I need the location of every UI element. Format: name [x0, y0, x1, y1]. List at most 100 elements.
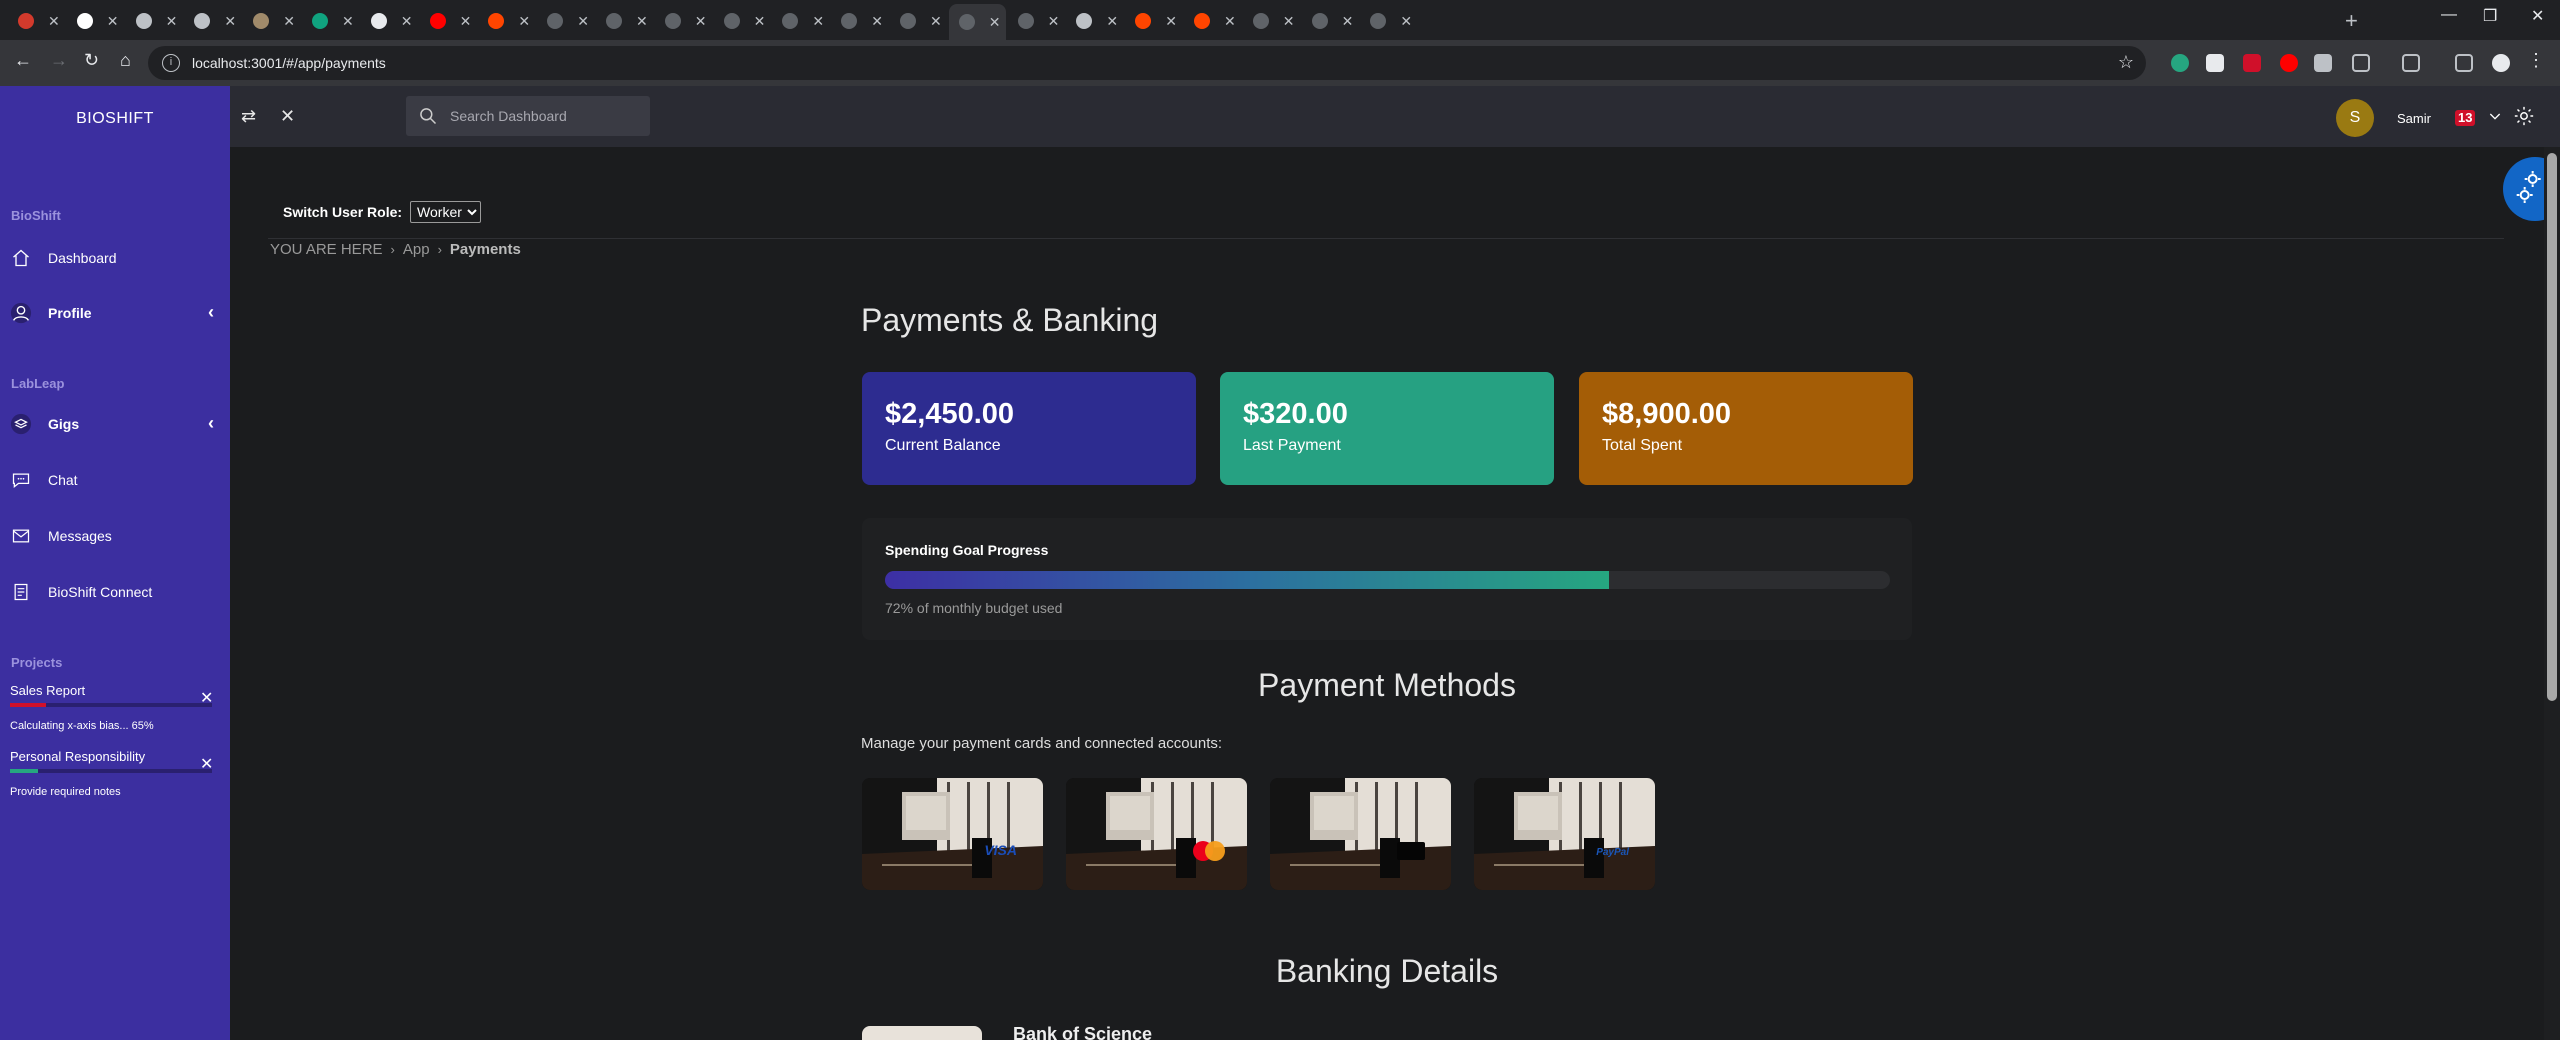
project-name[interactable]: Sales Report [10, 683, 85, 698]
browser-tab[interactable]: Sing✕ [655, 6, 712, 36]
close-tab-icon[interactable]: ✕ [342, 13, 354, 30]
page-scrollbar[interactable] [2544, 147, 2560, 1040]
close-tab-icon[interactable]: ✕ [518, 13, 530, 30]
browser-tab[interactable]: Sing✕ [890, 6, 947, 36]
payment-card-visa[interactable]: VISA [862, 778, 1043, 890]
close-tab-icon[interactable]: ✕ [48, 13, 60, 30]
media-icon[interactable] [2455, 54, 2473, 72]
browser-tab[interactable]: Sing✕ [537, 6, 594, 36]
close-tab-icon[interactable]: ✕ [695, 13, 707, 30]
close-tab-icon[interactable]: ✕ [1224, 13, 1236, 30]
avatar[interactable]: S [2336, 99, 2374, 137]
brand-logo[interactable]: BIOSHIFT [0, 110, 230, 128]
close-tab-icon[interactable]: ✕ [107, 13, 119, 30]
browser-tab[interactable]: Bost✕ [1125, 6, 1182, 36]
browser-tab[interactable]: facel✕ [126, 6, 183, 36]
gear-icon[interactable] [2513, 105, 2535, 132]
extension-icon[interactable] [2280, 54, 2298, 72]
extension-icon[interactable] [2171, 54, 2189, 72]
extension-icon[interactable] [2206, 54, 2224, 72]
browser-tab[interactable]: Sing✕ [948, 4, 1006, 40]
cast-icon[interactable] [2402, 54, 2420, 72]
back-icon[interactable]: ← [14, 50, 32, 71]
browser-tab[interactable]: Obliv✕ [243, 6, 300, 36]
site-info-icon[interactable]: i [162, 54, 180, 72]
browser-menu-icon[interactable]: ⋮ [2527, 50, 2545, 71]
browser-tab[interactable]: Sing✕ [831, 6, 888, 36]
browser-tab[interactable]: Sing✕ [1302, 6, 1359, 36]
new-tab-button[interactable]: + [2345, 8, 2358, 34]
scrollbar-thumb[interactable] [2547, 153, 2557, 701]
reload-icon[interactable]: ↻ [84, 50, 99, 71]
minimize-button[interactable]: — [2441, 6, 2457, 24]
close-tab-icon[interactable]: ✕ [460, 13, 472, 30]
profile-avatar-icon[interactable] [2492, 54, 2510, 72]
close-tab-icon[interactable]: ✕ [636, 13, 648, 30]
close-tab-icon[interactable]: ✕ [812, 13, 824, 30]
extension-icon[interactable] [2243, 54, 2261, 72]
close-tab-icon[interactable]: ✕ [989, 14, 1001, 31]
address-bar[interactable]: i localhost:3001/#/app/payments ☆ [148, 46, 2146, 80]
close-window-button[interactable]: ✕ [2531, 6, 2544, 26]
role-select[interactable]: Worker [410, 201, 482, 223]
swap-icon[interactable]: ⇄ [241, 106, 256, 127]
close-tab-icon[interactable]: ✕ [1283, 13, 1295, 30]
browser-tab[interactable]: Sing✕ [596, 6, 653, 36]
browser-tab[interactable]: r/Sqi✕ [478, 6, 535, 36]
browser-tab[interactable]: 3840✕ [8, 6, 65, 36]
home-icon[interactable]: ⌂ [120, 50, 131, 71]
forward-icon[interactable]: → [50, 50, 68, 71]
sidebar-item-dashboard[interactable]: Dashboard [10, 238, 220, 278]
card-brand-logo: VISA [984, 842, 1017, 860]
payment-card-paypal[interactable]: PayPal [1474, 778, 1655, 890]
project-progress-fill [10, 769, 39, 773]
close-icon[interactable]: ✕ [280, 106, 295, 127]
chevron-down-icon[interactable] [2487, 108, 2503, 129]
extension-icon[interactable] [2314, 54, 2332, 72]
sidebar-item-profile[interactable]: Profile ‹ [10, 293, 220, 333]
close-tab-icon[interactable]: ✕ [930, 13, 942, 30]
card-image [1270, 778, 1451, 890]
payment-card-amex[interactable] [1270, 778, 1451, 890]
breadcrumb-item[interactable]: App [403, 241, 430, 258]
close-tab-icon[interactable]: ✕ [401, 13, 413, 30]
browser-tab[interactable]: Sing✕ [772, 6, 829, 36]
sidebar-item-chat[interactable]: Chat [10, 460, 220, 500]
browser-tab[interactable]: Sing✕ [1243, 6, 1300, 36]
browser-tab[interactable]: Mas✕ [1184, 6, 1241, 36]
project-name[interactable]: Personal Responsibility [10, 749, 145, 764]
browser-tab[interactable]: Sing✕ [1360, 6, 1417, 36]
close-tab-icon[interactable]: ✕ [1106, 13, 1118, 30]
close-tab-icon[interactable]: ✕ [871, 13, 883, 30]
user-name[interactable]: Samir [2397, 111, 2431, 126]
restore-button[interactable]: ❐ [2483, 6, 2497, 26]
close-tab-icon[interactable]: ✕ [1342, 13, 1354, 30]
browser-tab[interactable]: Landi✕ [361, 6, 418, 36]
close-tab-icon[interactable]: ✕ [283, 13, 295, 30]
payment-card-mastercard[interactable] [1066, 778, 1247, 890]
notification-badge[interactable]: 13 [2455, 110, 2476, 126]
close-tab-icon[interactable]: ✕ [1048, 13, 1060, 30]
search-box[interactable] [406, 96, 650, 136]
close-tab-icon[interactable]: ✕ [1165, 13, 1177, 30]
bookmark-star-icon[interactable]: ☆ [2118, 52, 2134, 73]
sidebar-item-gigs[interactable]: Gigs ‹ [10, 404, 220, 444]
browser-tab[interactable]: API k✕ [302, 6, 359, 36]
close-tab-icon[interactable]: ✕ [1400, 13, 1412, 30]
sidebar-item-bioshift-connect[interactable]: BioShift Connect [10, 572, 220, 612]
browser-tab-strip: 3840✕Decil✕facel✕BioSh✕Obliv✕API k✕Landi… [0, 0, 2560, 40]
browser-tab[interactable]: BioSh✕ [184, 6, 241, 36]
close-tab-icon[interactable]: ✕ [224, 13, 236, 30]
puzzle-icon[interactable] [2352, 54, 2370, 72]
browser-tab[interactable]: Sing✕ [714, 6, 771, 36]
doc-icon [10, 581, 32, 603]
search-input[interactable] [450, 108, 640, 124]
browser-tab[interactable]: Mixe✕ [1066, 6, 1123, 36]
browser-tab[interactable]: D✕ [420, 6, 477, 36]
sidebar-item-messages[interactable]: Messages [10, 516, 220, 556]
close-tab-icon[interactable]: ✕ [166, 13, 178, 30]
close-tab-icon[interactable]: ✕ [754, 13, 766, 30]
browser-tab[interactable]: Sing✕ [1008, 6, 1065, 36]
browser-tab[interactable]: Decil✕ [67, 6, 124, 36]
close-tab-icon[interactable]: ✕ [577, 13, 589, 30]
